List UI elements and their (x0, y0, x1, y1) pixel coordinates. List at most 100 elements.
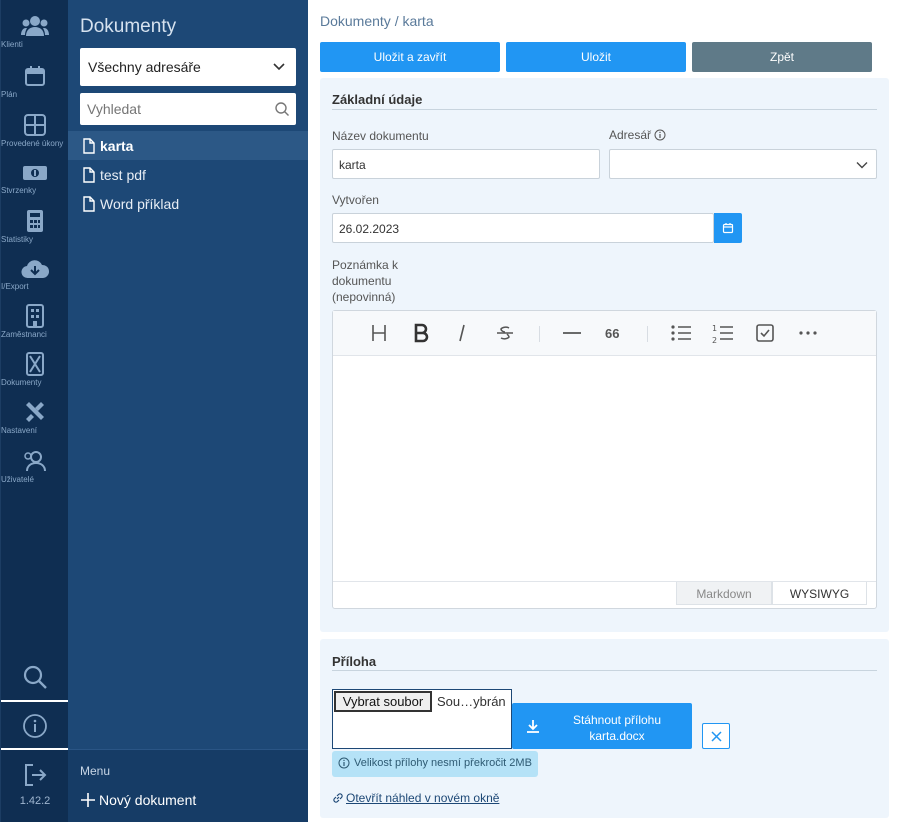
search-input[interactable] (87, 101, 267, 117)
new-document-button[interactable]: Nový dokument (80, 792, 196, 808)
breadcrumb: Dokumenty / karta (320, 13, 434, 29)
note-editor: 66 12 Markdown WYSIWYG (332, 310, 877, 609)
rail-label-export: I/Export (1, 282, 29, 291)
rail-item-users[interactable]: Uživatelé (1, 449, 69, 484)
open-preview-link[interactable]: Otevřít náhled v novém okně (332, 791, 499, 805)
note-label: Poznámka k dokumentu (nepovinná) (332, 257, 398, 305)
created-value: 26.02.2023 (339, 222, 400, 236)
note-label-line: Poznámka k (332, 258, 399, 272)
grid-icon (24, 114, 46, 136)
rail-label-statistics: Statistiky (1, 235, 34, 244)
rail-item-procedures[interactable]: Provedené úkony (1, 113, 69, 148)
rail-item-plan[interactable]: Plán (1, 64, 69, 99)
download-attachment-button[interactable]: Stáhnout přílohu karta.docx (512, 703, 692, 749)
strikethrough-icon[interactable] (496, 323, 514, 343)
rail-search[interactable] (1, 664, 69, 690)
directory-select[interactable]: Všechny adresáře (80, 48, 296, 86)
toolbar-divider (647, 326, 648, 342)
created-label: Vytvořen (332, 193, 379, 207)
name-label: Název dokumentu (332, 129, 429, 143)
rail-label-receipts: Stvrzenky (1, 186, 37, 195)
quote-icon[interactable]: 66 (605, 326, 619, 341)
more-icon[interactable] (798, 323, 818, 343)
rail-label-documents: Dokumenty (1, 378, 42, 387)
bold-icon[interactable] (413, 323, 429, 343)
download-label-line1: Stáhnout přílohu (572, 713, 662, 727)
search-icon[interactable] (274, 101, 290, 117)
created-date-input[interactable]: 26.02.2023 (332, 213, 714, 243)
document-list: karta test pdf Word příklad (68, 131, 308, 218)
document-name: Word příklad (100, 196, 180, 212)
save-close-button[interactable]: Uložit a zavřít (320, 42, 500, 72)
checklist-icon[interactable] (755, 323, 775, 343)
wysiwyg-tab[interactable]: WYSIWYG (772, 582, 867, 605)
basic-info-divider (332, 109, 877, 110)
document-item-karta[interactable]: karta (68, 131, 308, 160)
hourglass-icon (26, 352, 44, 376)
svg-text:2: 2 (712, 336, 717, 345)
info-icon[interactable] (654, 129, 666, 141)
users-icon (21, 16, 49, 36)
back-button[interactable]: Zpět (692, 42, 872, 72)
rail-divider (1, 700, 69, 702)
building-icon (26, 304, 44, 328)
link-icon (333, 793, 343, 803)
rail-item-employees[interactable]: Zaměstnanci (1, 304, 69, 339)
rail-item-export[interactable]: I/Export (1, 258, 69, 291)
file-state: Sou…ybrán (437, 694, 506, 709)
rail-label-employees: Zaměstnanci (1, 330, 47, 339)
size-info-badge: Velikost přílohy nesmí překročit 2MB (332, 751, 538, 777)
horizontal-rule-icon[interactable] (562, 323, 582, 343)
heading-icon[interactable] (370, 323, 388, 343)
chevron-down-icon (273, 63, 285, 71)
name-field[interactable]: karta (332, 149, 600, 179)
basic-info-title: Základní údaje (332, 92, 423, 107)
rail-divider-2 (1, 748, 69, 750)
rail-item-receipts[interactable]: Stvrzenky (1, 162, 69, 195)
rail-item-settings[interactable]: Nastavení (1, 400, 69, 435)
numbered-list-icon[interactable]: 12 (712, 323, 734, 345)
rail-item-clients[interactable]: Klienti (1, 14, 69, 49)
menu-label: Menu (80, 764, 111, 778)
date-picker-button[interactable] (714, 213, 742, 243)
size-info-text: Velikost přílohy nesmí překročit 2MB (354, 757, 532, 769)
download-label: Stáhnout přílohu karta.docx (550, 712, 684, 744)
editor-content[interactable] (333, 357, 876, 581)
remove-attachment-button[interactable] (702, 723, 730, 749)
attachment-card: Příloha Vybrat soubor Sou…ybrán Stáhnout… (320, 639, 889, 818)
document-name: test pdf (100, 167, 146, 183)
search-box (80, 93, 296, 125)
choose-file-button[interactable]: Vybrat soubor (334, 691, 432, 712)
rail-logout[interactable] (1, 762, 69, 788)
italic-icon[interactable] (455, 323, 469, 343)
attachment-divider (332, 670, 877, 671)
icon-rail: Klienti Plán Provedené úkony Stvrzenky S… (0, 0, 69, 822)
money-icon (23, 166, 47, 180)
file-icon (83, 167, 95, 183)
file-icon (83, 138, 95, 154)
documents-sidebar: Dokumenty Všechny adresáře karta test pd… (68, 0, 308, 822)
chevron-down-icon (856, 162, 868, 169)
folder-label-wrap: Adresář (609, 128, 666, 142)
rail-item-documents[interactable]: Dokumenty (1, 352, 69, 387)
rail-info[interactable] (1, 713, 69, 739)
rail-label-users: Uživatelé (1, 475, 34, 484)
download-icon (527, 720, 539, 733)
document-name: karta (100, 138, 134, 154)
folder-label: Adresář (609, 128, 652, 142)
markdown-tab[interactable]: Markdown (676, 582, 772, 605)
file-icon (83, 196, 95, 212)
document-item-word-priklad[interactable]: Word příklad (68, 189, 308, 218)
bullet-list-icon[interactable] (670, 323, 692, 343)
close-icon (711, 731, 722, 742)
name-value: karta (339, 158, 366, 172)
editor-toolbar: 66 12 (333, 311, 876, 356)
rail-item-statistics[interactable]: Statistiky (1, 209, 69, 244)
toolbar-divider (539, 326, 540, 342)
note-label-line: (nepovinná) (332, 290, 396, 304)
note-label-line: dokumentu (332, 274, 392, 288)
folder-select[interactable] (609, 149, 877, 179)
save-button[interactable]: Uložit (506, 42, 686, 72)
document-item-test-pdf[interactable]: test pdf (68, 160, 308, 189)
new-document-label: Nový dokument (99, 792, 197, 808)
